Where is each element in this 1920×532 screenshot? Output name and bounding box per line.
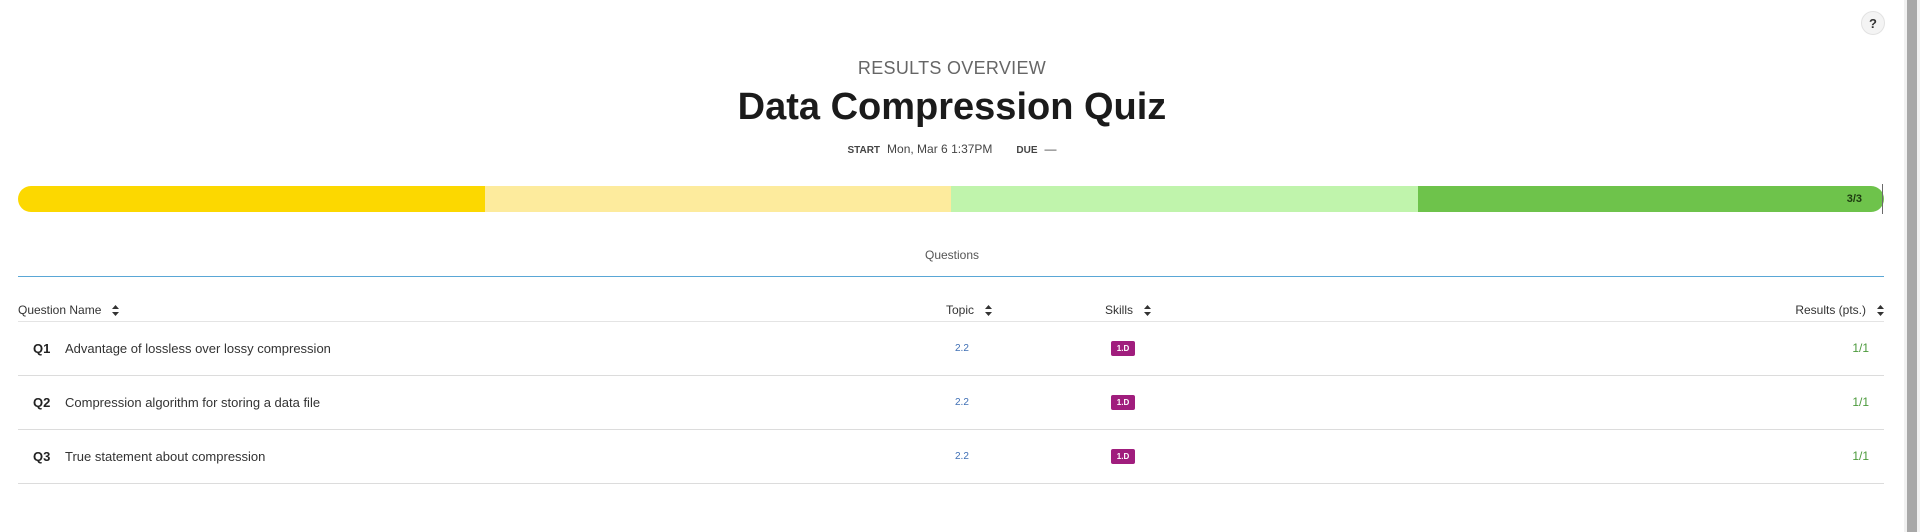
topic-link[interactable]: 2.2 xyxy=(955,451,969,462)
help-button[interactable]: ? xyxy=(1861,11,1885,35)
table-row[interactable]: Q3 True statement about compression 2.2 … xyxy=(18,430,1884,484)
column-header-results[interactable]: Results (pts.) xyxy=(1795,303,1884,317)
result-score: 1/1 xyxy=(1852,341,1869,355)
sort-icon xyxy=(985,304,993,316)
skill-badge: 1.D xyxy=(1111,341,1135,356)
topic-link[interactable]: 2.2 xyxy=(955,343,969,354)
quiz-meta: START Mon, Mar 6 1:37PM DUE — xyxy=(0,142,1904,156)
score-progress-bar: 3/3 xyxy=(18,186,1884,212)
column-label-topic: Topic xyxy=(946,303,975,317)
column-header-skills[interactable]: Skills xyxy=(1105,303,1152,317)
progress-score-text: 3/3 xyxy=(1846,193,1862,205)
questions-table: Question Name Topic Skills Results (pts.… xyxy=(18,297,1884,484)
results-overview-label: RESULTS OVERVIEW xyxy=(857,58,1047,78)
question-id: Q3 xyxy=(33,449,51,464)
quiz-title: Data Compression Quiz xyxy=(737,86,1167,128)
result-score: 1/1 xyxy=(1852,395,1869,409)
column-label-question-name: Question Name xyxy=(18,303,102,317)
progress-segment-2 xyxy=(484,186,951,212)
question-id: Q2 xyxy=(33,395,51,410)
scrollbar-thumb[interactable] xyxy=(1907,0,1917,532)
sort-icon xyxy=(112,304,120,316)
progress-segment-1 xyxy=(18,186,485,212)
question-name-link[interactable]: Compression algorithm for storing a data… xyxy=(65,395,320,410)
table-header: Question Name Topic Skills Results (pts.… xyxy=(18,297,1884,322)
question-name-link[interactable]: Advantage of lossless over lossy compres… xyxy=(65,341,331,356)
column-label-results: Results (pts.) xyxy=(1795,303,1866,317)
topic-link[interactable]: 2.2 xyxy=(955,397,969,408)
result-score: 1/1 xyxy=(1852,449,1869,463)
column-header-topic[interactable]: Topic xyxy=(946,303,993,317)
questions-section-title: Questions xyxy=(924,248,980,262)
question-id: Q1 xyxy=(33,341,51,356)
question-name-link[interactable]: True statement about compression xyxy=(65,449,265,464)
due-label: DUE xyxy=(1016,145,1038,156)
progress-segment-3 xyxy=(951,186,1418,212)
column-header-question-name[interactable]: Question Name xyxy=(18,303,120,317)
progress-end-marker xyxy=(1882,184,1883,214)
skill-badge: 1.D xyxy=(1111,449,1135,464)
start-value: Mon, Mar 6 1:37PM xyxy=(887,142,993,156)
scrollbar[interactable] xyxy=(1904,0,1920,532)
start-label: START xyxy=(847,145,881,156)
due-value: — xyxy=(1044,142,1057,156)
skill-badge: 1.D xyxy=(1111,395,1135,410)
section-divider xyxy=(18,276,1884,277)
table-row[interactable]: Q1 Advantage of lossless over lossy comp… xyxy=(18,322,1884,376)
table-row[interactable]: Q2 Compression algorithm for storing a d… xyxy=(18,376,1884,430)
progress-segment-4 xyxy=(1417,186,1884,212)
column-label-skills: Skills xyxy=(1105,303,1134,317)
sort-icon xyxy=(1144,304,1152,316)
sort-icon xyxy=(1877,304,1884,316)
